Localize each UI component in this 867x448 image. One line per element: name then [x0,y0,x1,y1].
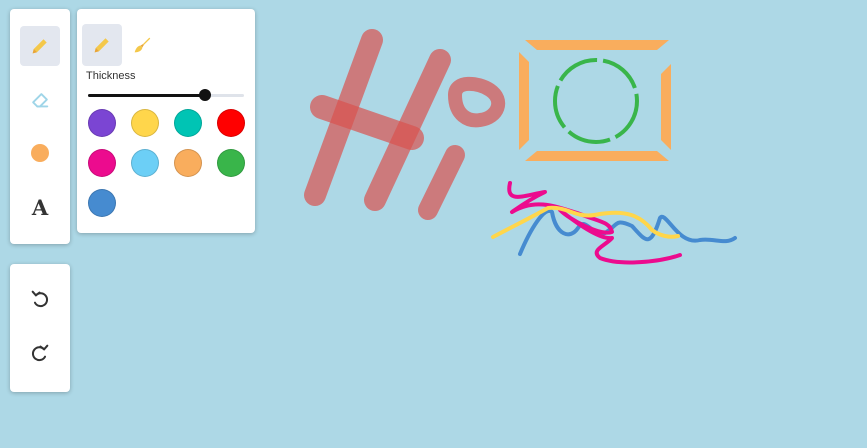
pencil-icon [32,39,47,54]
thickness-slider-fill [88,94,205,97]
orange-frame-left [519,52,529,150]
red-stroke-4 [418,145,465,220]
color-swatch[interactable] [88,149,116,177]
text-tool-button[interactable]: A [20,187,60,227]
color-swatch[interactable] [174,149,202,177]
pencil-options-panel: Thickness [77,9,255,233]
orange-frame-right [661,64,671,150]
red-dot-stroke [447,76,506,128]
tool-panel: A [10,9,70,244]
eraser-tool-button[interactable] [20,80,60,120]
text-tool-icon: A [31,194,49,220]
green-dashed-circle [553,58,639,144]
orange-frame-bottom [525,151,669,161]
pencil-mode-button[interactable] [82,24,122,66]
history-panel [10,264,70,392]
thickness-slider[interactable] [88,89,244,101]
color-swatch[interactable] [174,109,202,137]
scribble-drawing [491,181,737,265]
color-swatch[interactable] [217,109,245,137]
redo-icon [32,344,49,362]
orange-frame-top [525,40,669,50]
undo-icon [31,290,48,308]
color-dot-icon [31,144,49,162]
brush-icon [134,37,151,53]
red-hi-drawing [304,29,506,220]
undo-button[interactable] [20,279,60,319]
color-swatch[interactable] [131,149,159,177]
blue-scribble [518,208,737,256]
color-swatch[interactable] [217,149,245,177]
thickness-label: Thickness [86,70,136,82]
yellow-scribble [491,205,680,239]
redo-button[interactable] [20,333,60,373]
thickness-slider-thumb[interactable] [199,89,211,101]
eraser-icon [32,93,49,108]
color-swatch[interactable] [88,189,116,217]
color-tool-button[interactable] [20,133,60,173]
color-swatch[interactable] [131,109,159,137]
color-swatch[interactable] [88,109,116,137]
pencil-tool-button[interactable] [20,26,60,66]
pencil-icon [94,38,109,53]
brush-mode-button[interactable] [122,24,162,66]
